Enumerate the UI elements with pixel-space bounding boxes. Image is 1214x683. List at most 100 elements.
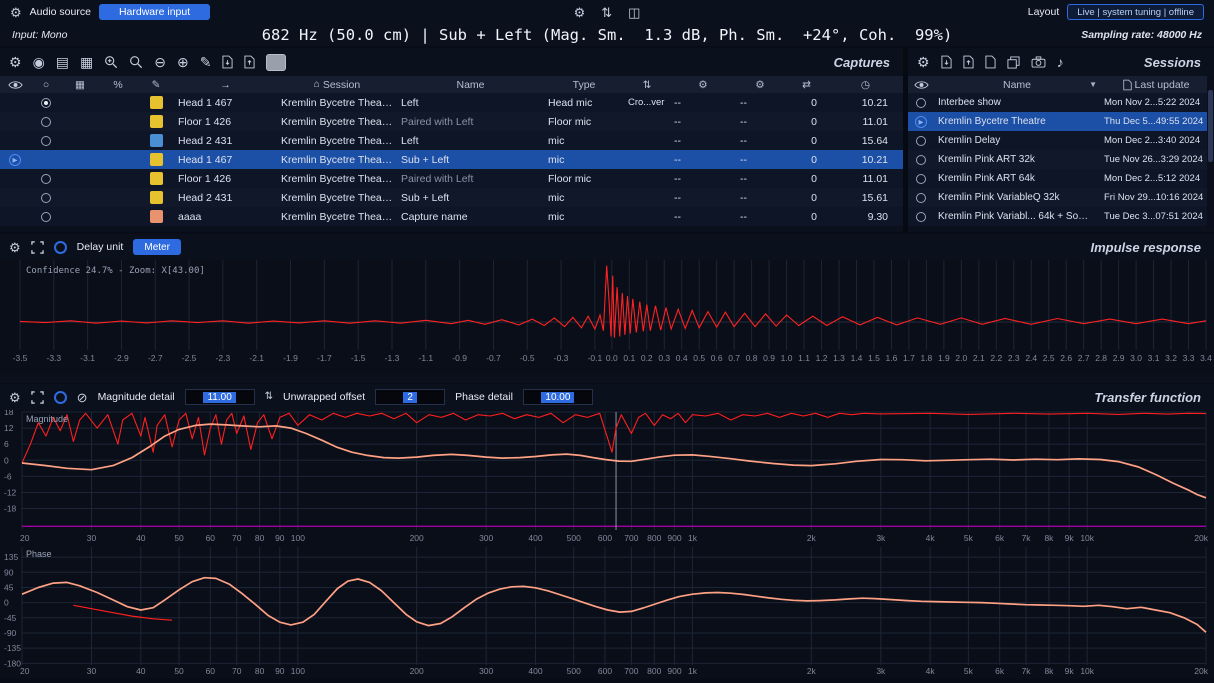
session-row[interactable]: ▶ Kremlin Pink ART 64k Mon Dec 2...5:12 … [908, 169, 1214, 188]
session-col-update-header[interactable]: Last update [1100, 79, 1212, 91]
capture-row[interactable]: ▶ Head 1 467 Kremlin Bycetre Theatre Sub… [0, 150, 903, 169]
col-time-icon[interactable]: ◷ [829, 79, 902, 91]
capture-color-swatch[interactable] [150, 96, 163, 109]
capture-color-cell[interactable] [138, 153, 174, 166]
active-session-icon[interactable]: ▶ [915, 116, 927, 128]
capture-row[interactable]: ▶ Head 2 431 Kremlin Bycetre Theatre Sub… [0, 188, 903, 207]
capture-color-cell[interactable] [138, 172, 174, 185]
capture-row[interactable]: ▶ Head 1 467 Kremlin Bycetre Theatre Lef… [0, 93, 903, 112]
session-notes-icon[interactable]: ♪ [1057, 55, 1064, 69]
capture-sum-cell[interactable] [30, 193, 62, 203]
minus-circle-icon[interactable]: ⊖ [154, 55, 166, 69]
meter-button[interactable]: Meter [133, 239, 181, 255]
magnitude-detail-input[interactable]: 11.00 [185, 389, 255, 405]
capture-color-swatch[interactable] [150, 191, 163, 204]
sum-radio[interactable] [41, 193, 51, 203]
unwrapped-offset-input[interactable]: 2 [375, 389, 445, 405]
magnitude-chart[interactable]: 181260-6-12-1820304050607080901002003004… [0, 410, 1214, 545]
captures-settings-icon[interactable]: ⚙ [9, 55, 22, 69]
capture-sum-cell[interactable] [30, 98, 62, 108]
capture-row[interactable]: ▶ Floor 1 426 Kremlin Bycetre Theatre Pa… [0, 169, 903, 188]
capture-sum-cell[interactable] [30, 212, 62, 222]
session-radio[interactable] [916, 136, 926, 146]
session-col-name-header[interactable]: Name ▼ [934, 79, 1100, 91]
color-swatch-button[interactable] [266, 54, 286, 71]
sessions-scrollbar[interactable] [1207, 76, 1214, 230]
delay-mode-icon[interactable] [54, 241, 67, 254]
session-row[interactable]: ▶ Kremlin Pink Variabl... 64k + Some com… [908, 207, 1214, 226]
capture-color-swatch[interactable] [150, 153, 163, 166]
col-crossover-icon[interactable]: ⇅ [624, 79, 670, 91]
capture-sum-cell[interactable] [30, 117, 62, 127]
session-radio[interactable] [916, 193, 926, 203]
capture-color-swatch[interactable] [150, 134, 163, 147]
col-session-header[interactable]: ⌂Session [277, 79, 397, 91]
zoom-icon[interactable] [129, 55, 143, 69]
sum-radio[interactable] [41, 98, 51, 108]
session-new-icon[interactable] [985, 55, 996, 69]
active-capture-icon[interactable]: ▶ [9, 154, 21, 166]
session-col-visibility-icon[interactable] [908, 80, 934, 90]
col-average-icon[interactable]: ○ [30, 79, 62, 91]
sum-radio[interactable] [41, 174, 51, 184]
session-radio[interactable] [916, 98, 926, 108]
import-file-icon[interactable] [222, 55, 233, 69]
capture-color-swatch[interactable] [150, 115, 163, 128]
audio-source-icon[interactable]: ⚙ [10, 6, 22, 19]
zoom-in-icon[interactable] [104, 55, 118, 69]
stack-icon[interactable]: ▤ [56, 55, 69, 69]
polarity-icon[interactable]: ⊘ [77, 391, 88, 404]
capture-sum-cell[interactable] [30, 136, 62, 146]
capture-row[interactable]: ▶ aaaa Kremlin Bycetre Theatre Capture n… [0, 207, 903, 226]
capture-color-cell[interactable] [138, 115, 174, 128]
capture-color-cell[interactable] [138, 210, 174, 223]
capture-color-cell[interactable] [138, 191, 174, 204]
col-name-header[interactable]: Name [397, 79, 544, 91]
col-filter-b-icon[interactable]: ⚙ [736, 79, 784, 91]
mode-button[interactable]: Live | system tuning | offline [1067, 4, 1204, 20]
session-import-icon[interactable] [941, 55, 952, 69]
session-export-icon[interactable] [963, 55, 974, 69]
capture-sum-cell[interactable] [30, 174, 62, 184]
session-row[interactable]: ▶ Kremlin Pink VariableQ 32k Fri Nov 29.… [908, 188, 1214, 207]
session-duplicate-icon[interactable] [1007, 56, 1020, 69]
capture-row[interactable]: ▶ Floor 1 426 Kremlin Bycetre Theatre Pa… [0, 112, 903, 131]
capture-color-swatch[interactable] [150, 210, 163, 223]
phase-detail-input[interactable]: 10.00 [523, 389, 593, 405]
session-snapshot-icon[interactable] [1031, 56, 1046, 68]
session-row[interactable]: ▶ Interbee show Mon Nov 2...5:22 2024 [908, 93, 1214, 112]
capture-row[interactable]: ▶ Head 2 431 Kremlin Bycetre Theatre Lef… [0, 131, 903, 150]
col-delay-icon[interactable]: ⇄ [784, 79, 829, 91]
settings-gear-icon[interactable]: ⚙ [574, 6, 586, 19]
hardware-input-button[interactable]: Hardware input [99, 4, 210, 20]
col-group-icon[interactable]: ▦ [62, 79, 98, 91]
session-row[interactable]: ▶ Kremlin Delay Mon Dec 2...3:40 2024 [908, 131, 1214, 150]
plus-circle-icon[interactable]: ⊕ [177, 55, 189, 69]
transfer-fullscreen-icon[interactable] [31, 391, 44, 404]
edit-pencil-icon[interactable]: ✎ [200, 55, 212, 69]
sessions-settings-icon[interactable]: ⚙ [917, 55, 930, 69]
session-row[interactable]: ▶ Kremlin Bycetre Theatre Thu Dec 5...49… [908, 112, 1214, 131]
sum-radio[interactable] [41, 212, 51, 222]
impulse-fullscreen-icon[interactable] [31, 241, 44, 254]
layout-label[interactable]: Layout [1028, 6, 1060, 18]
phase-chart[interactable]: 13590450-45-90-135-180203040506070809010… [0, 545, 1214, 678]
session-radio[interactable] [916, 174, 926, 184]
col-measurement-icon[interactable]: → [174, 79, 277, 91]
col-percent-icon[interactable]: % [98, 79, 138, 91]
col-filter-a-icon[interactable]: ⚙ [670, 79, 736, 91]
coherence-mode-icon[interactable] [54, 391, 67, 404]
sessions-scrollbar-thumb[interactable] [1208, 90, 1213, 162]
sum-radio[interactable] [41, 136, 51, 146]
capture-color-cell[interactable] [138, 96, 174, 109]
transfer-settings-icon[interactable]: ⚙ [9, 391, 21, 404]
col-visibility-icon[interactable] [0, 80, 30, 90]
cascade-icon[interactable]: ▦ [80, 55, 93, 69]
session-row[interactable]: ▶ Kremlin Pink ART 32k Tue Nov 26...3:29… [908, 150, 1214, 169]
col-type-header[interactable]: Type [544, 79, 624, 91]
export-file-icon[interactable] [244, 55, 255, 69]
sum-radio[interactable] [41, 117, 51, 127]
capture-color-cell[interactable] [138, 134, 174, 147]
monitor-icon[interactable]: ◫ [628, 6, 640, 19]
store-capture-icon[interactable]: ◉ [33, 55, 45, 69]
